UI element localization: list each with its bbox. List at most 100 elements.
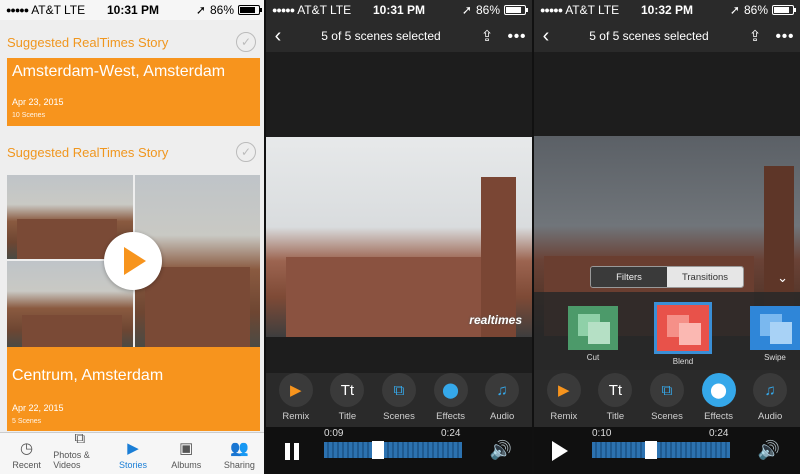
scrubber-handle[interactable] [645, 441, 657, 459]
tab-photos-videos[interactable]: ⧉ Photos & Videos [53, 430, 106, 474]
letterbox [534, 52, 800, 136]
battery-percent: 86% [743, 3, 769, 17]
title-icon: Tt [330, 373, 365, 407]
music-icon: ♫ [485, 373, 520, 407]
scenes-button[interactable]: ⧉ Scenes [376, 373, 422, 425]
scrubber-handle[interactable] [372, 441, 384, 459]
effects-icon: ⬤ [701, 373, 736, 407]
location-icon: ➚ [195, 3, 206, 17]
transition-cut[interactable]: Cut [568, 306, 618, 362]
title-icon: Tt [598, 373, 633, 407]
total-time: 0:24 [441, 428, 461, 439]
transition-swipe[interactable]: Swipe [750, 306, 800, 362]
clock-icon: ◷ [20, 440, 34, 457]
location-icon: ➚ [729, 3, 740, 17]
share-icon[interactable]: ⇪ [740, 27, 770, 45]
tab-recent[interactable]: ◷ Recent [0, 433, 53, 474]
tool-label: Scenes [651, 411, 683, 422]
back-button[interactable]: ‹ [534, 25, 558, 48]
effects-button[interactable]: ⬤ Effects [428, 373, 474, 425]
tool-label: Remix [550, 411, 578, 422]
audio-button[interactable]: ♫ Audio [479, 373, 525, 425]
story-header: Suggested RealTimes Story ✓ [0, 137, 266, 167]
tab-filters[interactable]: Filters [591, 267, 667, 287]
checkmark-icon[interactable]: ✓ [236, 142, 256, 162]
location-icon: ➚ [461, 3, 472, 17]
signal-icon: ●●●●● [6, 5, 29, 15]
tool-label: Title [606, 411, 625, 422]
people-icon: 👥 [230, 440, 249, 457]
effects-icon: ⬤ [433, 373, 468, 407]
transition-label: Cut [586, 353, 600, 362]
realtimes-watermark: realtimes [469, 313, 522, 327]
remix-button[interactable]: ▶ Remix [273, 373, 319, 425]
tab-stories[interactable]: ▶ Stories [106, 433, 159, 474]
photos-icon: ⧉ [74, 430, 86, 447]
tool-label: Scenes [383, 411, 415, 422]
more-icon[interactable]: ••• [502, 28, 532, 45]
back-button[interactable]: ‹ [266, 25, 290, 48]
current-time: 0:10 [592, 428, 612, 439]
scrubber-track[interactable] [592, 441, 730, 459]
battery-icon [772, 5, 797, 15]
network: LTE [597, 3, 620, 17]
share-icon[interactable]: ⇪ [472, 27, 502, 45]
clock: 10:31 PM [372, 3, 426, 17]
story-thumbnail-collage[interactable] [7, 175, 260, 347]
remix-button[interactable]: ▶ Remix [541, 373, 587, 425]
checkmark-icon[interactable]: ✓ [236, 32, 256, 52]
title-button[interactable]: Tt Title [592, 373, 638, 425]
tool-label: Effects [704, 411, 734, 422]
network: LTE [329, 3, 352, 17]
playback-bar: 0:10 0:24 🔊 [534, 427, 800, 474]
transition-label: Blend [672, 357, 694, 366]
play-button[interactable] [550, 441, 570, 461]
story-title: Amsterdam-West, Amsterdam [12, 63, 226, 80]
story-title: Centrum, Amsterdam [12, 367, 164, 384]
tab-albums[interactable]: ▣ Albums [160, 433, 213, 474]
story-date: Apr 22, 2015 [12, 403, 64, 413]
video-preview[interactable]: realtimes [266, 137, 532, 337]
letterbox [266, 52, 532, 137]
play-story-button[interactable] [104, 232, 162, 290]
story-card[interactable]: Centrum, Amsterdam Apr 22, 2015 5 Scenes [7, 347, 260, 431]
clock: 10:31 PM [106, 3, 160, 17]
transition-label: Swipe [764, 353, 786, 362]
stories-screen: ●●●●● AT&T LTE 10:31 PM ➚ 86% Suggested Rea… [0, 0, 266, 474]
tab-transitions[interactable]: Transitions [667, 267, 743, 287]
transition-blend[interactable]: Blend [654, 302, 712, 366]
tab-label: Stories [119, 460, 148, 470]
chevron-down-icon[interactable]: ⌄ [777, 270, 788, 286]
scrubber-track[interactable] [324, 441, 462, 459]
title-button[interactable]: Tt Title [324, 373, 370, 425]
scenes-icon: ⧉ [649, 373, 684, 407]
total-time: 0:24 [709, 428, 729, 439]
play-icon [552, 441, 568, 461]
volume-icon[interactable]: 🔊 [490, 440, 512, 461]
tool-label: Audio [490, 411, 515, 422]
story-scene-count: 10 Scenes [12, 112, 46, 119]
page-title: 5 of 5 scenes selected [589, 29, 709, 43]
scenes-button[interactable]: ⧉ Scenes [644, 373, 690, 425]
letterbox [266, 337, 532, 373]
pause-button[interactable] [282, 441, 302, 461]
story-date: Apr 23, 2015 [12, 97, 64, 107]
story-card[interactable]: Amsterdam-West, Amsterdam Apr 23, 2015 1… [7, 58, 260, 126]
more-icon[interactable]: ••• [770, 28, 800, 45]
carrier: AT&T [31, 3, 61, 17]
tab-label: Albums [171, 460, 202, 470]
tab-sharing[interactable]: 👥 Sharing [213, 433, 266, 474]
tab-label: Photos & Videos [53, 450, 90, 470]
carrier: AT&T [297, 3, 327, 17]
tab-bar: ◷ Recent ⧉ Photos & Videos ▶ Stories ▣ Album… [0, 430, 266, 474]
tool-label: Effects [436, 411, 466, 422]
effects-button[interactable]: ⬤ Effects [696, 373, 742, 425]
status-bar: ●●●●● AT&T LTE 10:32 PM ➚ 86% [534, 0, 800, 20]
transitions-list: Cut Blend Swipe [534, 292, 800, 370]
clock: 10:32 PM [640, 3, 694, 17]
volume-icon[interactable]: 🔊 [758, 440, 780, 461]
filter-transition-toggle: Filters Transitions [590, 266, 744, 288]
audio-button[interactable]: ♫ Audio [747, 373, 793, 425]
nav-bar: ‹ 5 of 5 scenes selected ⇪ ••• [266, 20, 532, 52]
play-icon [124, 247, 146, 275]
